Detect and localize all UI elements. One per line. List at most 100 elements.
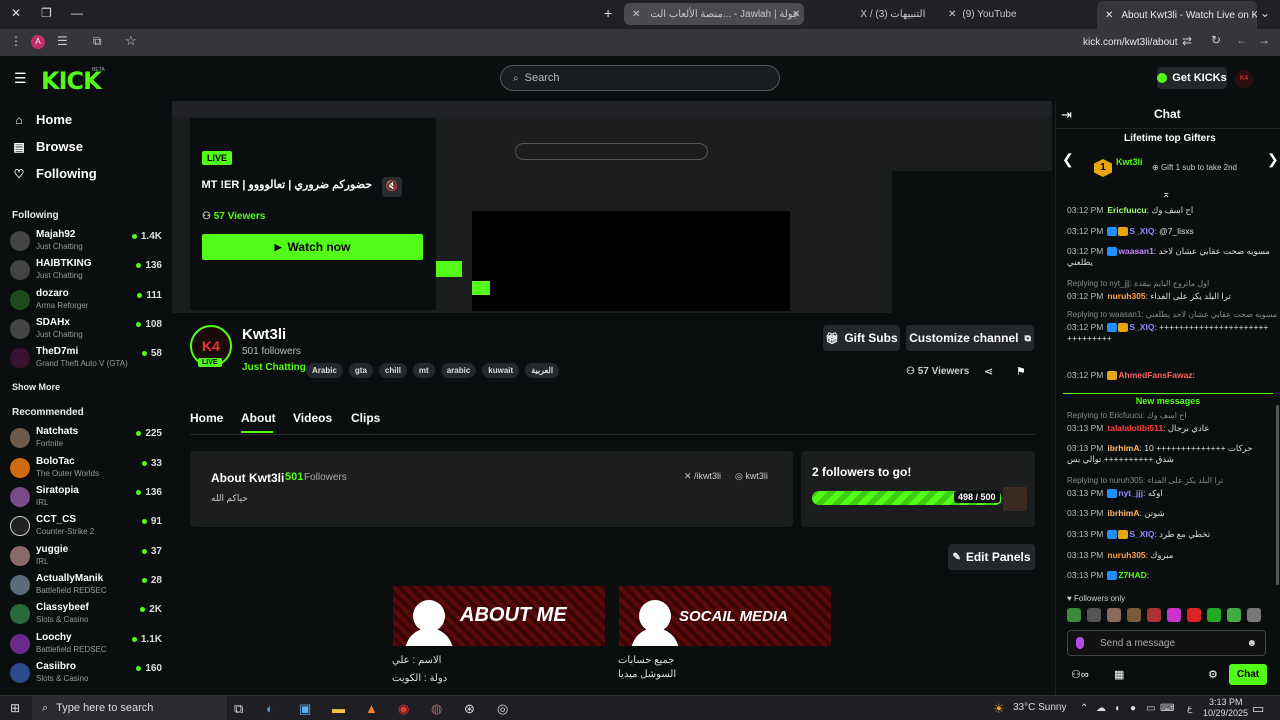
x-link[interactable]: ✕ /ikwt3li <box>684 471 721 482</box>
taskbar-search[interactable]: ⌕ Type here to search <box>32 696 227 720</box>
reload-icon[interactable]: ↻ <box>1211 33 1221 47</box>
recommended-channel[interactable]: yuggie IRL 37 <box>10 544 162 570</box>
share-icon[interactable]: ⧉ <box>93 34 102 49</box>
playlist-icon[interactable]: ☰ <box>57 34 68 48</box>
onedrive-icon[interactable]: ☁ <box>1096 703 1106 714</box>
nav-browse[interactable]: ▤ Browse <box>12 139 83 154</box>
network-icon[interactable]: ▭ <box>1146 703 1155 714</box>
msg-user[interactable]: nuruh305 <box>1107 291 1145 301</box>
close-window-icon[interactable]: ✕ <box>11 6 21 20</box>
send-chat-button[interactable]: Chat <box>1229 664 1267 685</box>
msg-user[interactable]: waasan1 <box>1118 246 1153 256</box>
customize-channel-button[interactable]: Customize channel ⧉ <box>906 325 1034 351</box>
close-tab-icon[interactable]: ✕ <box>632 9 640 20</box>
watch-now-button[interactable]: ▶ Watch now <box>202 234 423 260</box>
gift-subs-button[interactable]: 🎁︎ Gift Subs <box>823 325 900 351</box>
emote-icon[interactable] <box>1067 608 1081 622</box>
msg-user[interactable]: talalalotibi511 <box>1107 423 1163 433</box>
forward-icon[interactable]: → <box>1258 33 1270 47</box>
recommended-channel[interactable]: Loochy Battlefield REDSEC 1.1K <box>10 632 162 658</box>
tag[interactable]: chill <box>378 363 407 378</box>
msg-user[interactable]: ibrhimA <box>1107 508 1139 518</box>
tab-youtube[interactable]: ✕ (9) YouTube <box>940 3 1090 25</box>
input-language[interactable]: ع <box>1187 703 1192 714</box>
report-icon[interactable]: ⚑ <box>1016 365 1026 378</box>
tag[interactable]: gta <box>348 363 373 378</box>
volume-icon[interactable]: ◖ <box>1114 703 1120 714</box>
task-view-icon[interactable]: ⧉ <box>234 701 243 717</box>
url-text[interactable]: kick.com/kwt3li/about <box>1083 37 1177 48</box>
following-channel[interactable]: HAIBTKING Just Chatting 136 <box>10 258 162 284</box>
app-icon[interactable]: ◎ <box>497 701 508 717</box>
recommended-channel[interactable]: Classybeef Slots & Casino 2K <box>10 602 162 628</box>
emote-icon[interactable] <box>1227 608 1241 622</box>
tag[interactable]: العربية <box>525 363 560 378</box>
clock-date[interactable]: 10/29/2025 <box>1203 708 1248 718</box>
chrome-icon[interactable]: ◉ <box>398 701 409 717</box>
chat-scrollbar[interactable] <box>1276 405 1279 585</box>
tray-chevron-icon[interactable]: ⌃ <box>1080 703 1088 714</box>
tag[interactable]: Arabic <box>306 363 343 378</box>
emoji-icon[interactable]: ☻ <box>1246 638 1257 649</box>
edit-panels-button[interactable]: ✎ Edit Panels <box>948 544 1035 570</box>
profile-avatar[interactable]: A <box>31 35 45 49</box>
collapse-chat-icon[interactable]: ⇥ <box>1061 107 1072 123</box>
weather-text[interactable]: 33°C Sunny <box>1013 702 1066 713</box>
tab-kick-about[interactable]: ✕ About Kwt3li - Watch Live on K <box>1097 1 1257 29</box>
tag[interactable]: kuwait <box>482 363 520 378</box>
instagram-link[interactable]: ◎ kwt3li <box>735 471 768 482</box>
emote-icon[interactable] <box>1107 608 1121 622</box>
msg-user[interactable]: Z7HAD <box>1118 570 1146 580</box>
following-channel[interactable]: TheD7mi Grand Theft Auto V (GTA) 58 <box>10 346 162 372</box>
points-icon[interactable]: ⚇∞ <box>1071 668 1089 681</box>
emote-icon[interactable] <box>1087 608 1101 622</box>
tag[interactable]: arabic <box>440 363 477 378</box>
store-icon[interactable]: ▣ <box>299 701 311 717</box>
category-link[interactable]: Just Chatting <box>242 362 306 373</box>
bookmark-star-icon[interactable]: ☆ <box>125 33 137 49</box>
nav-home[interactable]: ⌂ Home <box>12 112 72 127</box>
steam-icon[interactable]: ⊛ <box>464 701 475 717</box>
tag[interactable]: mt <box>412 363 435 378</box>
keyboard-icon[interactable]: ⌨ <box>1160 703 1174 714</box>
msg-user[interactable]: S_XIQ <box>1129 322 1154 332</box>
msg-user[interactable]: AhmedFansFawaz <box>1118 370 1192 380</box>
show-more-link[interactable]: Show More <box>12 382 60 392</box>
close-tab-icon[interactable]: ✕ <box>1105 10 1113 21</box>
following-channel[interactable]: SDAHx Just Chatting 108 <box>10 317 162 343</box>
msg-user[interactable]: Ericfuucu <box>1107 205 1146 215</box>
msg-user[interactable]: nuruh305 <box>1107 550 1145 560</box>
minimize-window-icon[interactable]: — <box>71 6 83 20</box>
user-avatar[interactable]: K4 <box>1235 70 1253 88</box>
back-icon[interactable]: ← <box>1236 33 1248 47</box>
msg-user[interactable]: S_XIQ <box>1129 529 1154 539</box>
chat-message-input[interactable]: Send a message ☻ <box>1067 630 1266 656</box>
recommended-channel[interactable]: CCT_CS Counter-Strike 2 91 <box>10 514 162 540</box>
file-explorer-icon[interactable]: ▬ <box>332 701 345 716</box>
emote-icon[interactable] <box>1147 608 1161 622</box>
recommended-channel[interactable]: Siratopia IRL 136 <box>10 485 162 511</box>
chevron-right-icon[interactable]: ❯ <box>1267 151 1279 168</box>
close-tab-icon[interactable]: ✕ <box>792 9 800 20</box>
msg-user[interactable]: S_XIQ <box>1129 226 1154 236</box>
following-channel[interactable]: Majah92 Just Chatting 1.4K <box>10 229 162 255</box>
notifications-icon[interactable]: ▭ <box>1252 701 1264 717</box>
emote-icon[interactable] <box>1167 608 1181 622</box>
chevron-left-icon[interactable]: ❮ <box>1062 151 1074 168</box>
top-gifter-name[interactable]: Kwt3li <box>1116 157 1143 167</box>
mic-icon[interactable]: ● <box>1130 703 1136 714</box>
msg-user[interactable]: ibrhimA <box>1107 443 1139 453</box>
tab-home[interactable]: Home <box>190 411 223 425</box>
recommended-channel[interactable]: Natchats Fortnite 225 <box>10 426 162 452</box>
recommended-channel[interactable]: BoloTac The Outer Worlds 33 <box>10 456 162 482</box>
windows-start-icon[interactable]: ⊞ <box>10 701 20 715</box>
tab-list-icon[interactable]: ⌄ <box>1260 6 1270 20</box>
share-icon[interactable]: ⋖ <box>984 365 993 378</box>
new-tab-icon[interactable]: + <box>604 5 612 21</box>
following-channel[interactable]: dozaro Arma Reforger 111 <box>10 288 162 314</box>
settings-gear-icon[interactable]: ⚙ <box>1208 668 1218 681</box>
gift-icon[interactable]: ▦ <box>1114 668 1124 681</box>
hamburger-menu-icon[interactable]: ☰ <box>14 70 27 87</box>
edge-icon[interactable]: ◐ <box>266 701 274 716</box>
recommended-channel[interactable]: ActuallyManik Battlefield REDSEC 28 <box>10 573 162 599</box>
